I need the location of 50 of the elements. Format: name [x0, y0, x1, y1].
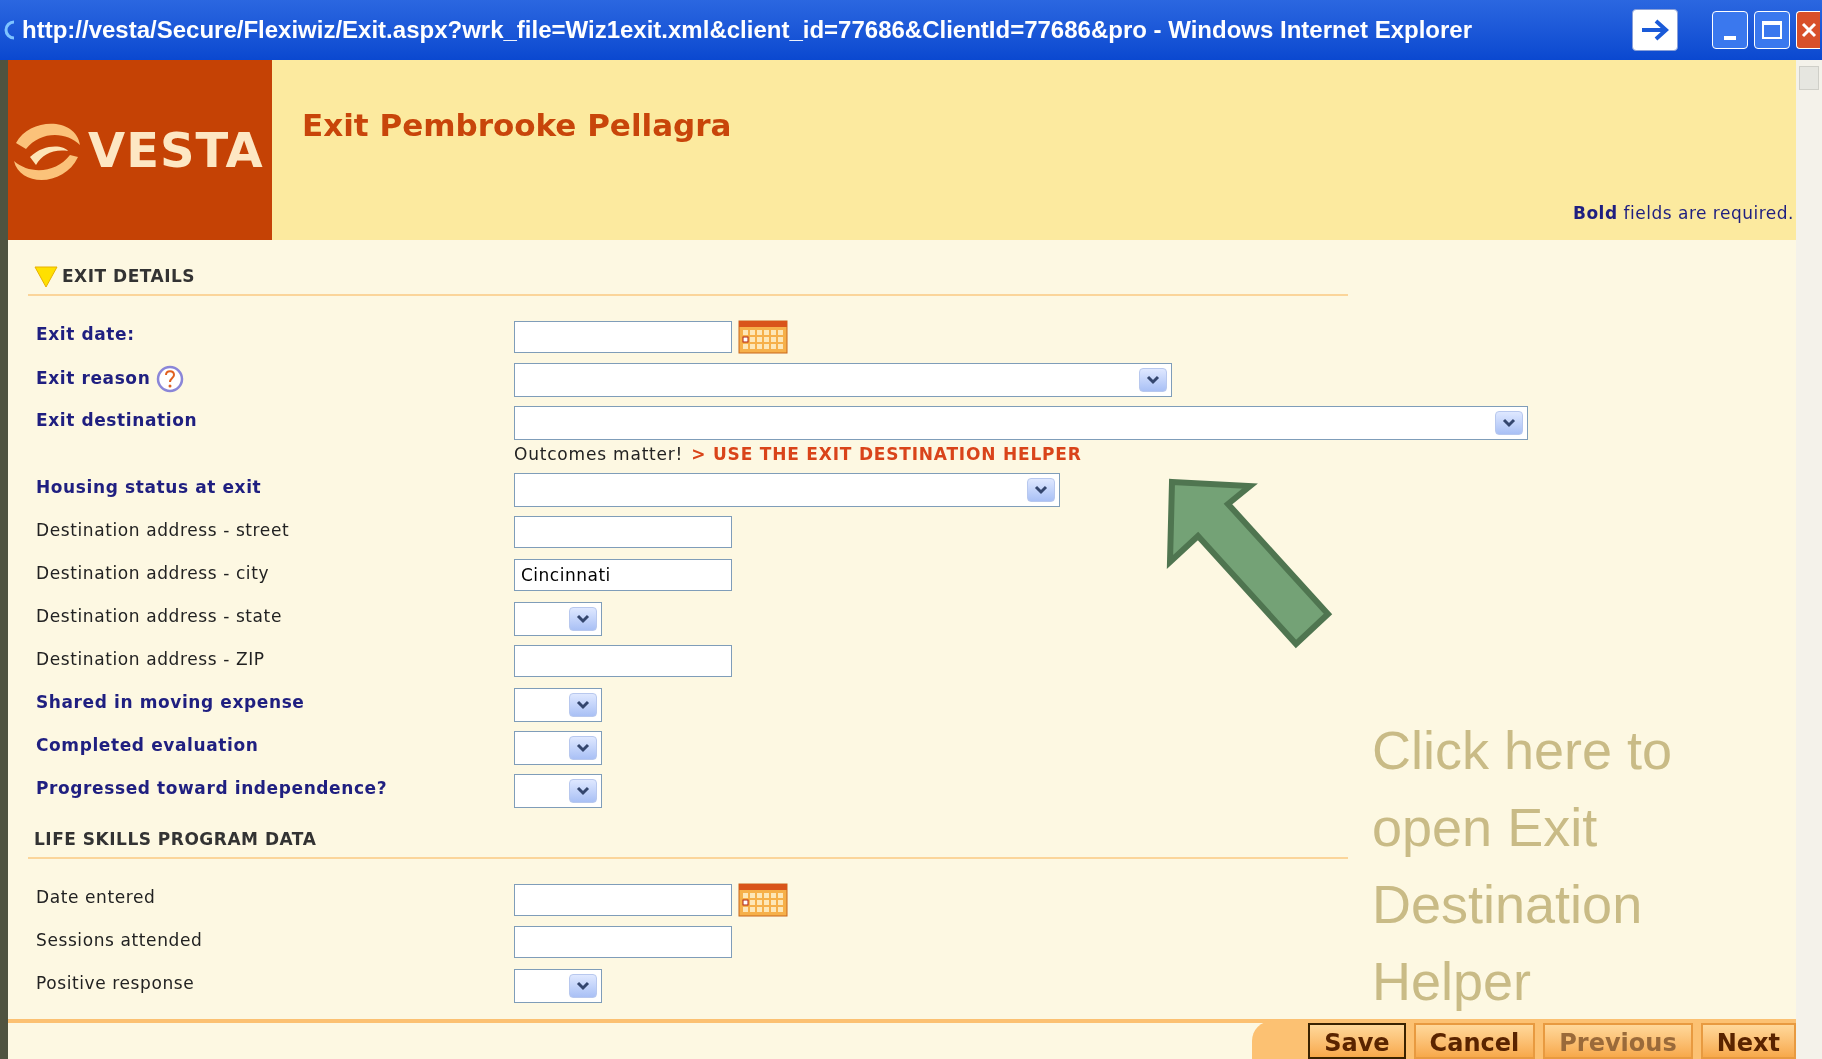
dropdown-field[interactable]	[514, 363, 1172, 397]
footer-button[interactable]: Cancel	[1413, 1023, 1536, 1059]
annotation-text: Click here to open Exit Destination Helper	[1372, 719, 1674, 1013]
field-label: Sessions attended	[36, 929, 203, 952]
calendar-icon[interactable]	[738, 883, 788, 917]
dropdown-field[interactable]	[514, 688, 602, 722]
field-label: Destination address - ZIP	[36, 648, 265, 671]
required-note: Bold fields are required.	[1573, 201, 1794, 225]
help-icon[interactable]	[156, 365, 185, 393]
dropdown-field[interactable]	[514, 731, 602, 765]
field-label: Exit destination	[36, 409, 198, 432]
text-field[interactable]: Cincinnati	[514, 559, 732, 591]
window-title: http://vesta/Secure/Flexiwiz/Exit.aspx?wrk_file=Wiz1exit.xml&client_id=77686&ClientId=77686&pro - Windows Internet Explorer	[22, 15, 1474, 45]
close-icon	[1800, 22, 1817, 38]
field-label: Progressed toward independence?	[36, 777, 388, 800]
section-title: EXIT DETAILS	[62, 265, 196, 289]
field-label: Exit reason	[36, 367, 151, 391]
dropdown-field[interactable]	[514, 969, 602, 1003]
dropdown-field[interactable]	[514, 602, 602, 636]
field-label: Destination address - city	[36, 562, 270, 585]
dropdown-field[interactable]	[514, 473, 1060, 507]
text-field[interactable]	[514, 516, 732, 548]
field-label: Housing status at exit	[36, 476, 262, 499]
text-field[interactable]	[514, 926, 732, 958]
arrow-icon	[1639, 18, 1671, 42]
field-label: Exit date:	[36, 323, 135, 346]
go-button[interactable]	[1632, 9, 1678, 51]
section-title: LIFE SKILLS PROGRAM DATA	[34, 828, 317, 852]
footer-button[interactable]: Next	[1700, 1023, 1796, 1059]
maximize-button[interactable]	[1754, 11, 1790, 49]
calendar-icon[interactable]	[738, 320, 788, 354]
dropdown-field[interactable]	[514, 774, 602, 808]
field-label: Positive response	[36, 972, 195, 995]
field-label: Shared in moving expense	[36, 691, 305, 714]
date-field[interactable]	[514, 884, 732, 916]
field-label: Destination address - state	[36, 605, 282, 628]
logo-text: VESTA	[88, 121, 264, 180]
close-button[interactable]	[1796, 11, 1820, 49]
page-title: Exit Pembrooke Pellagra	[302, 106, 733, 145]
expand-triangle-icon[interactable]	[34, 265, 58, 289]
date-field[interactable]	[514, 321, 732, 353]
field-label: Destination address - street	[36, 519, 290, 542]
field-label: Completed evaluation	[36, 734, 259, 757]
note-text: Outcomes matter!	[514, 443, 684, 467]
minimize-button[interactable]	[1712, 11, 1748, 49]
field-label: Date entered	[36, 886, 156, 909]
footer-button[interactable]: Save	[1308, 1023, 1406, 1059]
dropdown-field[interactable]	[514, 406, 1528, 440]
exit-destination-helper-link[interactable]: > USE THE EXIT DESTINATION HELPER	[691, 442, 1082, 468]
text-field[interactable]	[514, 645, 732, 677]
